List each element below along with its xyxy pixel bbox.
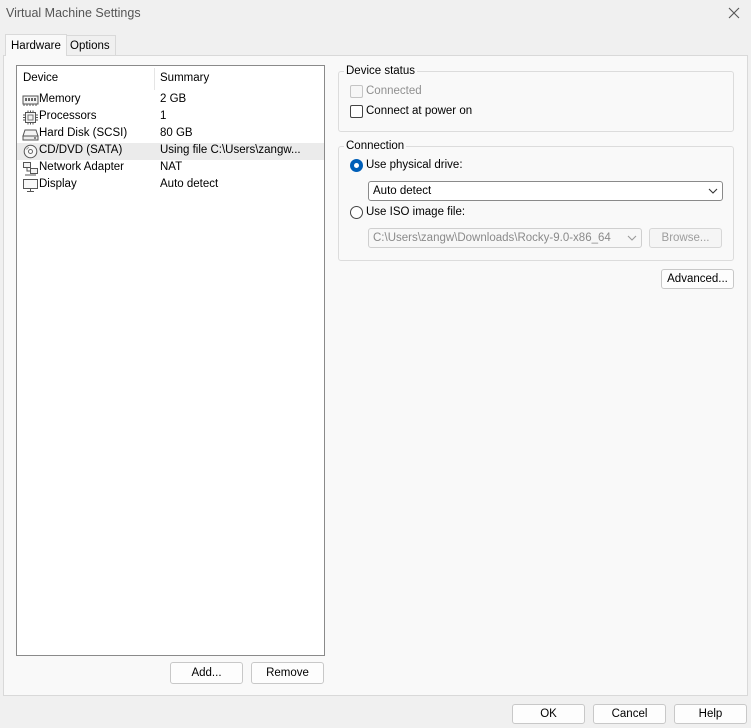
connect-at-power-on-label[interactable]: Connect at power on [366,105,472,117]
column-header-summary[interactable]: Summary [160,72,209,84]
device-row-processors[interactable]: Processors 1 [17,109,324,126]
device-status-group [338,71,734,132]
tab-hardware[interactable]: Hardware [5,34,67,56]
device-summary: Using file C:\Users\zangw... [160,144,301,156]
device-row-memory[interactable]: Memory 2 GB [17,92,324,109]
device-summary: Auto detect [160,178,219,190]
device-name: Network Adapter [39,161,125,173]
connected-label: Connected [366,85,422,97]
chevron-down-icon [627,235,637,241]
device-summary: 1 [160,110,167,122]
device-list[interactable]: Device Summary Memory 2 GB Processors 1 … [16,65,325,656]
title-bar: Virtual Machine Settings [0,0,751,28]
device-row-network-adapter[interactable]: Network Adapter NAT [17,160,324,177]
browse-button[interactable]: Browse... [649,228,722,248]
device-list-header: Device Summary [17,66,324,90]
device-name: Memory [39,93,81,105]
physical-drive-select[interactable]: Auto detect [368,181,723,201]
connection-label: Connection [344,140,407,152]
iso-image-path-select[interactable]: C:\Users\zangw\Downloads\Rocky-9.0-x86_6… [368,228,642,248]
tab-options[interactable]: Options [64,35,116,56]
tab-hardware-label: Hardware [11,39,61,52]
chevron-down-icon [708,188,718,194]
close-button[interactable] [717,0,751,26]
use-iso-image-radio[interactable] [350,206,363,219]
network-adapter-icon [23,162,38,176]
ok-button[interactable]: OK [512,704,585,724]
device-name: Processors [39,110,97,122]
device-name: Hard Disk (SCSI) [39,127,128,139]
device-summary: 80 GB [160,127,193,139]
physical-drive-value: Auto detect [373,185,432,197]
use-physical-drive-radio[interactable] [350,159,363,172]
device-row-cd-dvd[interactable]: CD/DVD (SATA) Using file C:\Users\zangw.… [17,143,324,160]
connected-checkbox[interactable] [350,85,363,98]
device-name: Display [39,178,77,190]
help-button[interactable]: Help [674,704,747,724]
device-row-hard-disk[interactable]: Hard Disk (SCSI) 80 GB [17,126,324,143]
cancel-button[interactable]: Cancel [593,704,666,724]
device-name: CD/DVD (SATA) [39,144,123,156]
window-title: Virtual Machine Settings [6,6,141,20]
device-row-display[interactable]: Display Auto detect [17,177,324,194]
processor-icon [23,110,38,125]
advanced-button[interactable]: Advanced... [661,269,734,289]
connect-at-power-on-checkbox[interactable] [350,105,363,118]
device-status-label: Device status [344,65,418,77]
close-icon [728,7,740,19]
tab-options-label: Options [70,40,110,52]
iso-image-path-value: C:\Users\zangw\Downloads\Rocky-9.0-x86_6… [373,232,611,244]
column-separator[interactable] [154,68,155,90]
use-physical-drive-label[interactable]: Use physical drive: [366,159,463,171]
cd-dvd-icon [23,144,38,159]
remove-button[interactable]: Remove [251,662,324,684]
device-summary: 2 GB [160,93,187,105]
column-header-device[interactable]: Device [23,72,58,84]
add-button[interactable]: Add... [170,662,243,684]
hard-disk-icon [22,129,39,141]
display-icon [23,179,38,192]
use-iso-image-label[interactable]: Use ISO image file: [366,206,465,218]
memory-icon [22,95,39,106]
device-summary: NAT [160,161,183,173]
